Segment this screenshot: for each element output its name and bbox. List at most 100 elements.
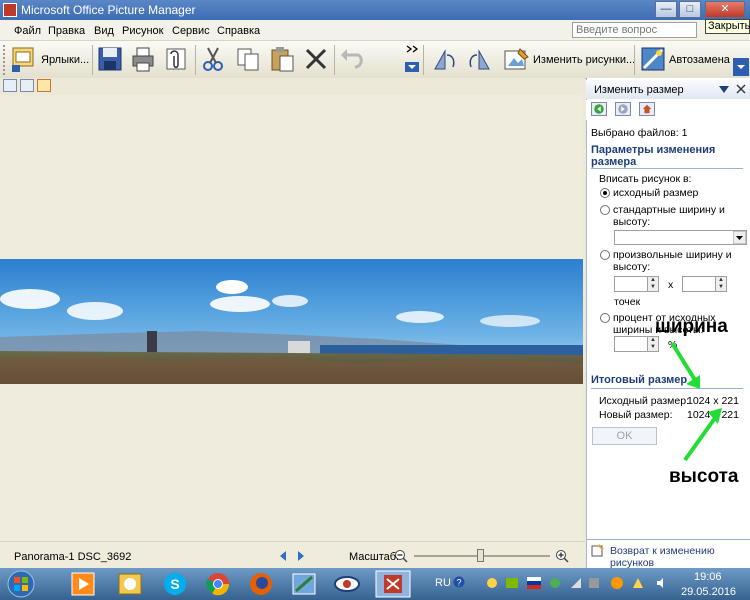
custom-width-stepper[interactable]: ▲ ▼ (647, 276, 659, 292)
thumbnail-view-icon[interactable] (3, 79, 17, 92)
points-label: точек (614, 296, 641, 308)
toolbar-separator (634, 45, 635, 75)
edit-pictures-icon[interactable] (502, 45, 530, 73)
custom-height-stepper[interactable]: ▲ ▼ (715, 276, 727, 292)
outlook-icon[interactable] (111, 570, 149, 598)
undo-icon[interactable] (338, 45, 366, 73)
back-to-edit-link[interactable]: Возврат к изменению рисунков (610, 545, 750, 569)
autocorrect-button[interactable]: Автозамена (669, 54, 730, 66)
help-search-input[interactable]: Введите вопрос (572, 22, 697, 38)
start-button[interactable] (4, 569, 38, 599)
zoom-slider-thumb[interactable] (477, 549, 484, 562)
network-icon[interactable] (570, 577, 582, 589)
dimension-separator: х (668, 279, 674, 291)
app-icon[interactable] (285, 570, 323, 598)
maximize-button[interactable]: □ (679, 1, 701, 18)
minimize-button[interactable]: — (655, 1, 677, 18)
percent-input[interactable] (614, 336, 648, 352)
media-player-icon[interactable] (64, 570, 102, 598)
panorama-picture[interactable] (0, 259, 583, 384)
tray-icon[interactable] (549, 577, 561, 589)
chevron-down-icon[interactable] (405, 62, 419, 72)
language-indicator[interactable]: RU (435, 577, 451, 589)
print-icon[interactable] (129, 45, 157, 73)
menu-view[interactable]: Вид (94, 25, 114, 37)
rotate-right-icon[interactable] (465, 45, 493, 73)
shortcuts-icon[interactable] (10, 45, 38, 73)
volume-icon[interactable] (656, 577, 668, 589)
menu-file[interactable]: Файл (14, 25, 41, 37)
pane-close-icon[interactable] (736, 84, 746, 94)
back-icon[interactable] (591, 102, 607, 116)
autocorrect-icon[interactable] (639, 45, 667, 73)
divider (591, 168, 743, 169)
svg-text:?: ? (456, 578, 461, 588)
menu-picture[interactable]: Рисунок (122, 25, 164, 37)
skype-icon[interactable]: S (156, 570, 194, 598)
ok-button[interactable]: OK (592, 427, 657, 445)
height-annotation: высота (669, 466, 739, 487)
custom-width-input[interactable] (614, 276, 648, 292)
custom-size-radio[interactable] (600, 250, 610, 260)
width-annotation: ширина (655, 316, 728, 337)
shortcuts-button[interactable]: Ярлыки... (41, 54, 89, 66)
previous-picture-icon[interactable] (278, 550, 288, 562)
paste-icon[interactable] (268, 45, 296, 73)
custom-height-input[interactable] (682, 276, 716, 292)
chrome-icon[interactable] (199, 570, 237, 598)
close-button[interactable]: ✕ (705, 1, 745, 18)
toolbar-separator (423, 45, 424, 75)
standard-size-select[interactable] (614, 230, 747, 245)
tray-icon[interactable] (486, 577, 498, 589)
clock-time[interactable]: 19:06 (694, 571, 722, 583)
resize-parameters-heading: Параметры изменения размера (591, 144, 716, 168)
rotate-left-icon[interactable] (431, 45, 459, 73)
app-icon (3, 3, 17, 17)
save-icon[interactable] (96, 45, 124, 73)
percent-stepper[interactable]: ▲ ▼ (647, 336, 659, 352)
zoom-out-icon[interactable] (394, 549, 408, 563)
original-size-option-label: исходный размер (613, 187, 699, 199)
divider (586, 539, 750, 540)
tray-icon[interactable] (610, 576, 624, 590)
firefox-icon[interactable] (242, 570, 280, 598)
view-bar (0, 78, 585, 95)
annotation-arrows (670, 341, 722, 462)
original-size-radio[interactable] (600, 188, 610, 198)
pane-menu-icon[interactable] (719, 86, 729, 94)
clock-date[interactable]: 29.05.2016 (681, 586, 736, 598)
window-title: Microsoft Office Picture Manager (21, 3, 196, 17)
help-icon[interactable]: ? (453, 576, 465, 588)
filmstrip-view-icon[interactable] (20, 79, 34, 92)
chevron-down-icon[interactable] (733, 58, 749, 76)
edit-pictures-button[interactable]: Изменить рисунки... (533, 54, 635, 66)
eye-app-icon[interactable] (328, 570, 366, 598)
zoom-in-icon[interactable] (555, 549, 569, 563)
toolbar-overflow-icon[interactable] (405, 44, 419, 54)
single-picture-view-icon[interactable] (37, 79, 51, 92)
picture-manager-task-icon[interactable] (374, 570, 412, 598)
chevron-down-icon[interactable] (733, 231, 746, 244)
standard-size-radio[interactable] (600, 205, 610, 215)
next-picture-icon[interactable] (296, 550, 306, 562)
network-icon[interactable] (506, 578, 518, 588)
home-icon[interactable] (639, 102, 655, 116)
menu-tools[interactable]: Сервис (172, 25, 210, 37)
files-selected-count: Выбрано файлов: 1 (591, 127, 688, 139)
menu-edit[interactable]: Правка (48, 25, 85, 37)
tray-icon[interactable] (588, 577, 600, 589)
menu-help[interactable]: Справка (217, 25, 260, 37)
forward-icon[interactable] (615, 102, 631, 116)
percent-radio[interactable] (600, 313, 610, 323)
action-center-icon[interactable] (632, 577, 644, 589)
cut-icon[interactable] (199, 45, 227, 73)
email-icon[interactable] (162, 45, 190, 73)
status-filename: Panorama-1 DSC_3692 (14, 551, 132, 563)
custom-size-option-label: произвольные ширину и высоту: (613, 249, 732, 273)
toolbar-grip[interactable] (3, 45, 9, 75)
copy-icon[interactable] (234, 45, 262, 73)
toolbar-separator (92, 45, 93, 75)
flag-ru-icon[interactable] (527, 577, 541, 589)
delete-icon[interactable] (302, 45, 330, 73)
fit-picture-label: Вписать рисунок в: (599, 173, 692, 185)
